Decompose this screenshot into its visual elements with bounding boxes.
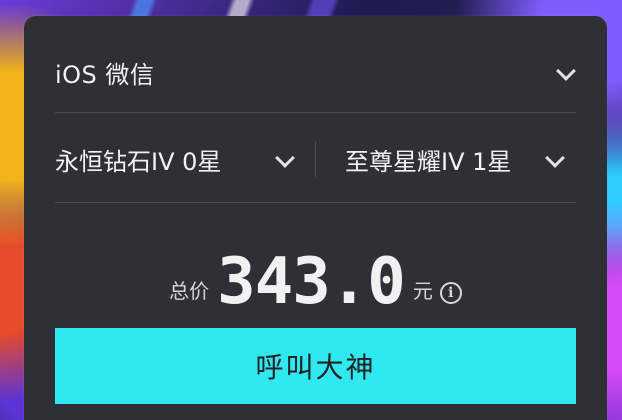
order-panel: iOS 微信 永恒钻石IV 0星 至尊星耀IV 1星 总价 343.0 元 i … bbox=[24, 16, 607, 420]
price-label: 总价 bbox=[169, 279, 210, 303]
total-price: 总价 343.0 元 i bbox=[24, 236, 607, 314]
price-unit: 元 bbox=[412, 279, 433, 303]
platform-select[interactable]: iOS 微信 bbox=[55, 51, 576, 93]
current-rank-select[interactable]: 永恒钻石IV 0星 bbox=[55, 142, 295, 177]
rank-separator bbox=[315, 141, 316, 177]
target-rank-select[interactable]: 至尊星耀IV 1星 bbox=[345, 142, 565, 177]
price-value: 343.0 bbox=[217, 245, 406, 319]
rank-selector-row: 永恒钻石IV 0星 至尊星耀IV 1星 bbox=[55, 140, 576, 178]
current-rank-label: 永恒钻石IV 0星 bbox=[55, 147, 222, 176]
chevron-down-icon bbox=[543, 148, 565, 170]
divider bbox=[55, 112, 576, 113]
platform-label: iOS 微信 bbox=[55, 60, 155, 89]
info-icon[interactable]: i bbox=[439, 282, 462, 304]
call-master-button[interactable]: 呼叫大神 bbox=[55, 328, 576, 404]
target-rank-label: 至尊星耀IV 1星 bbox=[345, 147, 512, 176]
divider bbox=[55, 202, 576, 203]
chevron-down-icon bbox=[554, 61, 576, 83]
chevron-down-icon bbox=[273, 148, 295, 170]
